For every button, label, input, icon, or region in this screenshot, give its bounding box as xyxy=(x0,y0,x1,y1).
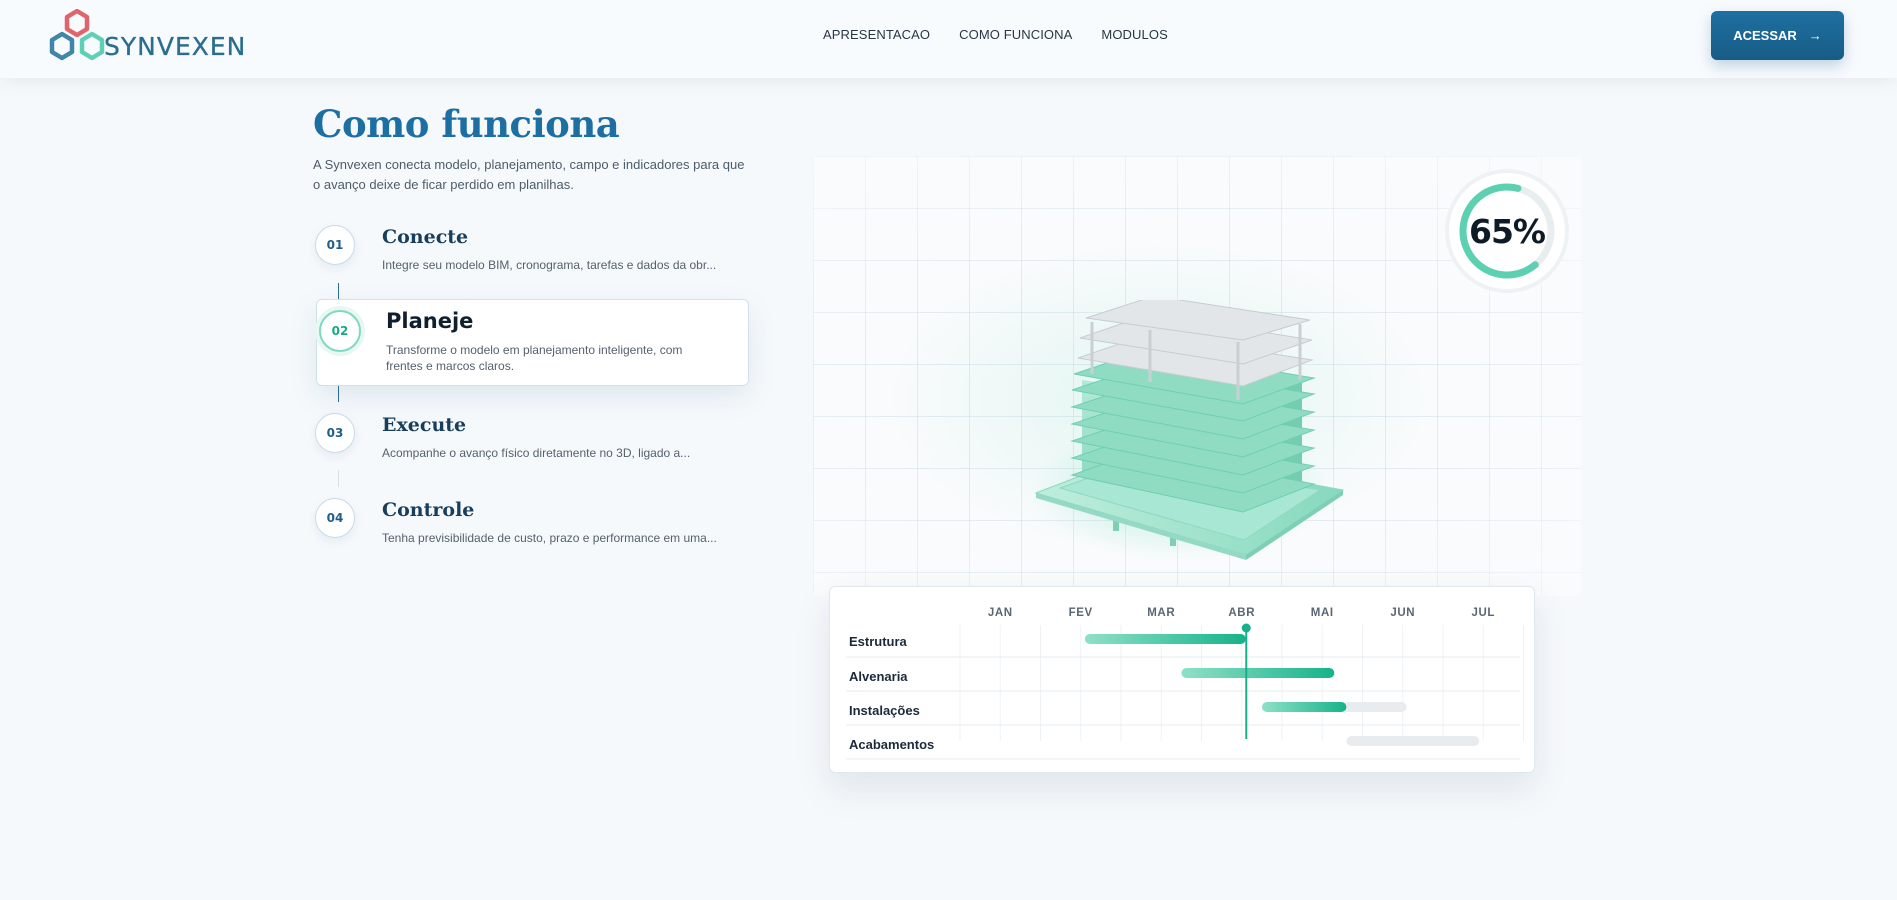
step-title: Controle xyxy=(382,499,475,521)
step-number: 03 xyxy=(315,413,355,453)
step-number: 02 xyxy=(319,310,361,352)
gantt-row-label: Instalações xyxy=(849,703,920,718)
access-button-label: ACESSAR xyxy=(1733,28,1797,43)
building-3d-icon xyxy=(1030,300,1345,560)
gantt-month-label: FEV xyxy=(1068,607,1093,619)
progress-percentage: 65% xyxy=(1469,211,1546,251)
step-description: Transforme o modelo em planejamento inte… xyxy=(386,343,683,373)
step-connector xyxy=(338,470,339,487)
gantt-progress-bar xyxy=(1084,634,1246,644)
gantt-row-label: Alvenaria xyxy=(849,669,908,684)
step-title: Execute xyxy=(382,414,467,436)
gantt-today-marker xyxy=(1241,623,1251,633)
step-description: Integre seu modelo BIM, cronograma, tare… xyxy=(382,258,717,272)
gantt-planned-bar xyxy=(1342,702,1407,712)
step-number: 04 xyxy=(315,498,355,538)
top-navbar: SYNVEXEN APRESENTACAO COMO FUNCIONA MODU… xyxy=(0,0,1897,78)
step-planeje[interactable]: 02 Planeje Transforme o modelo em planej… xyxy=(316,299,749,386)
nav-item-como-funciona[interactable]: COMO FUNCIONA xyxy=(959,27,1072,42)
main-nav: APRESENTACAO COMO FUNCIONA MODULOS xyxy=(823,27,1168,42)
arrow-right-icon: → xyxy=(1808,28,1822,43)
gantt-row-label: Estrutura xyxy=(849,634,907,649)
gantt-progress-bar xyxy=(1261,702,1347,712)
nav-item-modulos[interactable]: MODULOS xyxy=(1101,27,1167,42)
page-description: A Synvexen conecta modelo, planejamento,… xyxy=(313,157,745,192)
gantt-progress-bar xyxy=(1181,668,1335,678)
gantt-month-label: JUN xyxy=(1390,607,1416,619)
gantt-month-label: ABR xyxy=(1228,607,1256,619)
gantt-month-label: JAN xyxy=(987,607,1013,619)
nav-item-apresentacao[interactable]: APRESENTACAO xyxy=(823,27,930,42)
logo-icon[interactable] xyxy=(48,9,108,64)
gantt-planned-bar xyxy=(1346,736,1480,746)
step-title: Planeje xyxy=(386,309,474,333)
logo-wordmark[interactable]: SYNVEXEN xyxy=(104,32,246,61)
step-description: Tenha previsibilidade de custo, prazo e … xyxy=(382,531,717,545)
gantt-row-label: Acabamentos xyxy=(849,737,935,752)
access-button[interactable]: ACESSAR → xyxy=(1711,11,1844,60)
step-number: 01 xyxy=(315,225,355,265)
gantt-month-label: MAI xyxy=(1310,607,1334,619)
step-description: Acompanhe o avanço físico diretamente no… xyxy=(382,446,691,460)
gantt-month-label: JUL xyxy=(1471,607,1496,619)
step-connector xyxy=(338,283,339,300)
gantt-month-label: MAR xyxy=(1147,607,1176,619)
step-connector xyxy=(338,386,339,402)
step-title: Conecte xyxy=(382,226,469,248)
page-title: Como funciona xyxy=(313,102,620,146)
gantt-chart: JAN FEV MAR ABR MAI JUN JUL Estrutura Al… xyxy=(829,586,1535,773)
